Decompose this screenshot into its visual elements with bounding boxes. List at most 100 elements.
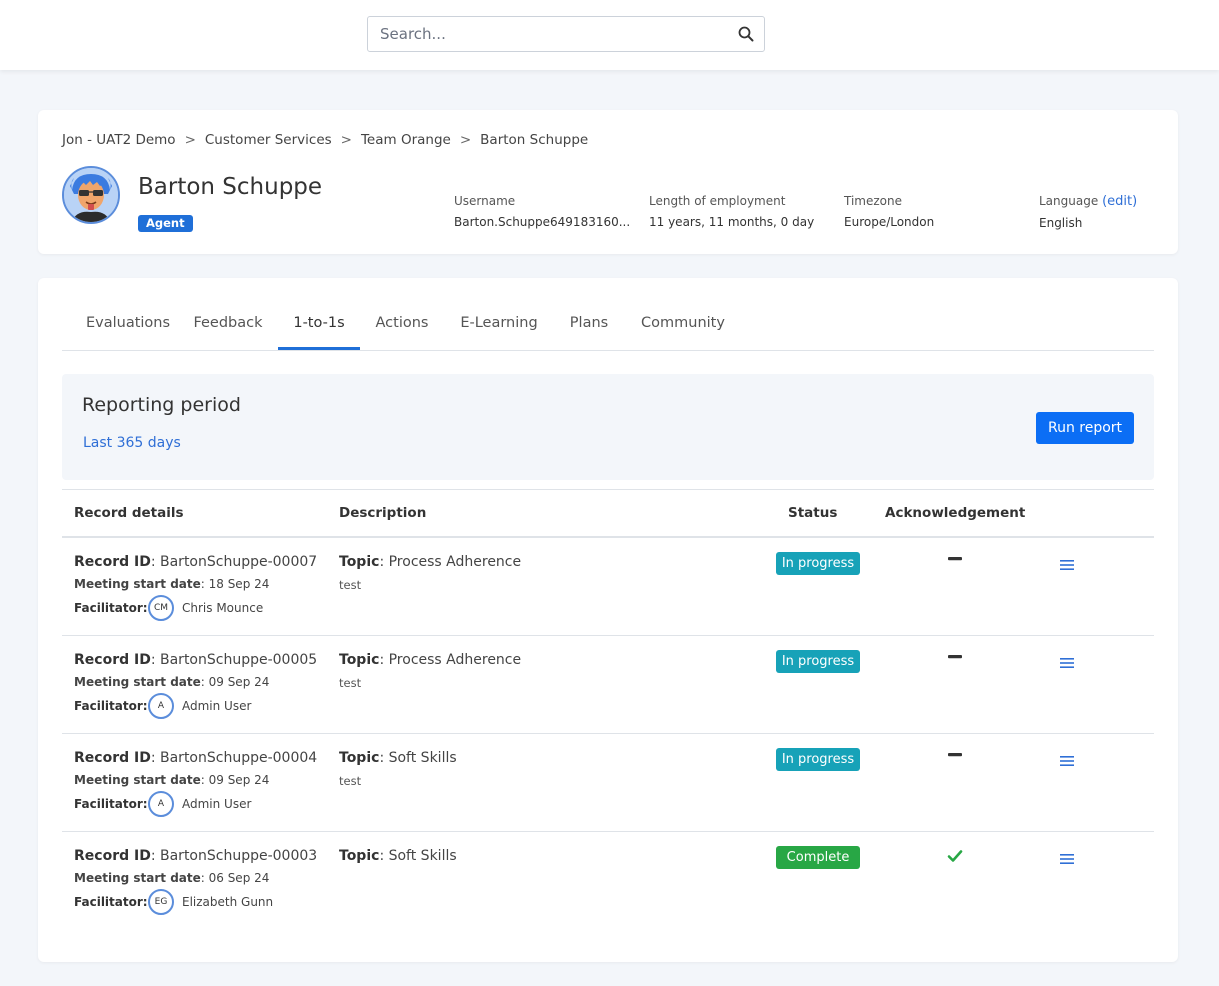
facilitator-avatar: EG: [148, 889, 174, 915]
tab-evaluations[interactable]: Evaluations: [78, 300, 178, 348]
record-id-label: Record ID: [74, 848, 151, 864]
language-edit-link[interactable]: (edit): [1102, 194, 1137, 209]
meeting-start-label: Meeting start date: [74, 773, 201, 787]
topic-label: Topic: [339, 848, 380, 864]
tab-actions[interactable]: Actions: [368, 300, 436, 348]
facilitator-name: Elizabeth Gunn: [182, 895, 274, 909]
breadcrumb-item-department[interactable]: Customer Services: [205, 132, 332, 148]
reporting-period-title: Reporting period: [82, 394, 241, 416]
records-table: Record details Description Status Acknow…: [62, 489, 1154, 929]
breadcrumb-item-team[interactable]: Team Orange: [361, 132, 451, 148]
tab-plans[interactable]: Plans: [562, 300, 616, 348]
check-icon: [947, 850, 963, 862]
record-id-label: Record ID: [74, 652, 151, 668]
record-id[interactable]: Record ID: BartonSchuppe-00003: [74, 848, 317, 864]
topic-label: Topic: [339, 652, 380, 668]
dash-icon: [948, 557, 962, 561]
facilitator-label: Facilitator:: [74, 699, 148, 713]
record-id-label: Record ID: [74, 554, 151, 570]
tab-community[interactable]: Community: [634, 300, 732, 348]
search-icon[interactable]: [738, 26, 754, 42]
main-card: Evaluations Feedback 1-to-1s Actions E-L…: [38, 278, 1178, 962]
breadcrumb-item-org[interactable]: Jon - UAT2 Demo: [62, 132, 176, 148]
topic: Topic: Soft Skills: [339, 848, 457, 864]
status-badge: In progress: [776, 650, 860, 673]
meeting-start-label: Meeting start date: [74, 675, 201, 689]
reporting-period-link[interactable]: Last 365 days: [83, 435, 181, 451]
username-block: Username Barton.Schuppe649183160...: [454, 194, 630, 229]
role-badge: Agent: [138, 215, 193, 232]
facilitator-label: Facilitator:: [74, 601, 148, 615]
employment-block: Length of employment 11 years, 11 months…: [649, 194, 814, 229]
description: test: [339, 578, 362, 592]
profile-name: Barton Schuppe: [138, 174, 323, 200]
status-badge: In progress: [776, 748, 860, 771]
record-id-value: BartonSchuppe-00007: [160, 554, 318, 570]
row-menu-icon[interactable]: [1060, 852, 1074, 866]
facilitator-label: Facilitator:: [74, 895, 148, 909]
tab-feedback[interactable]: Feedback: [188, 300, 268, 348]
timezone-block: Timezone Europe/London: [844, 194, 934, 229]
header-record-details: Record details: [74, 505, 184, 521]
table-row: Record ID: BartonSchuppe-00004 Meeting st…: [62, 734, 1154, 832]
table-header: Record details Description Status Acknow…: [62, 489, 1154, 538]
topic-value: Process Adherence: [388, 554, 522, 570]
record-id-value: BartonSchuppe-00003: [160, 848, 318, 864]
username-label: Username: [454, 194, 516, 208]
topic-value: Soft Skills: [388, 848, 457, 864]
language-block: Language (edit) English: [1039, 194, 1137, 230]
meeting-start-value: 18 Sep 24: [208, 577, 270, 591]
row-menu-icon[interactable]: [1060, 754, 1074, 768]
record-id-label: Record ID: [74, 750, 151, 766]
search-box[interactable]: [367, 16, 765, 52]
topic: Topic: Process Adherence: [339, 652, 522, 668]
facilitator-name: Chris Mounce: [182, 601, 264, 615]
top-bar: [0, 0, 1219, 70]
tab-e-learning[interactable]: E-Learning: [454, 300, 544, 348]
status-badge: In progress: [776, 552, 860, 575]
dash-icon: [948, 753, 962, 757]
record-id[interactable]: Record ID: BartonSchuppe-00005: [74, 652, 317, 668]
tab-1-to-1s[interactable]: 1-to-1s: [278, 300, 360, 350]
breadcrumb-item-current: Barton Schuppe: [480, 132, 589, 148]
row-menu-icon[interactable]: [1060, 558, 1074, 572]
record-id[interactable]: Record ID: BartonSchuppe-00007: [74, 554, 317, 570]
avatar: [62, 166, 120, 224]
reporting-period-panel: Reporting period Last 365 days Run repor…: [62, 374, 1154, 480]
username-value: Barton.Schuppe649183160...: [454, 215, 631, 229]
topic: Topic: Soft Skills: [339, 750, 457, 766]
meeting-start-date: Meeting start date: 09 Sep 24: [74, 675, 270, 689]
employment-value: 11 years, 11 months, 0 day: [649, 215, 815, 229]
search-input[interactable]: [368, 17, 730, 51]
facilitator-avatar: CM: [148, 595, 174, 621]
breadcrumb-separator: >: [459, 132, 472, 148]
meeting-start-value: 09 Sep 24: [208, 773, 270, 787]
header-description: Description: [339, 505, 427, 521]
meeting-start-value: 06 Sep 24: [208, 871, 270, 885]
avatar-illustration-icon: [64, 168, 118, 222]
run-report-button[interactable]: Run report: [1036, 412, 1134, 444]
status-badge: Complete: [776, 846, 860, 869]
timezone-label: Timezone: [844, 194, 902, 208]
profile-card: Jon - UAT2 Demo > Customer Services > Team O…: [38, 110, 1178, 254]
breadcrumb-separator: >: [340, 132, 352, 148]
breadcrumb-separator: >: [184, 132, 196, 148]
meeting-start-value: 09 Sep 24: [208, 675, 270, 689]
facilitator-name: Admin User: [182, 699, 252, 713]
topic-label: Topic: [339, 554, 380, 570]
record-id-value: BartonSchuppe-00004: [160, 750, 318, 766]
topic: Topic: Process Adherence: [339, 554, 522, 570]
record-id-value: BartonSchuppe-00005: [160, 652, 318, 668]
facilitator-name: Admin User: [182, 797, 252, 811]
meeting-start-label: Meeting start date: [74, 577, 201, 591]
table-row: Record ID: BartonSchuppe-00007 Meeting st…: [62, 538, 1154, 636]
table-body: Record ID: BartonSchuppe-00007 Meeting st…: [62, 538, 1154, 929]
meeting-start-date: Meeting start date: 09 Sep 24: [74, 773, 270, 787]
language-label: Language: [1039, 194, 1099, 208]
record-id[interactable]: Record ID: BartonSchuppe-00004: [74, 750, 317, 766]
table-row: Record ID: BartonSchuppe-00003 Meeting st…: [62, 832, 1154, 929]
description: test: [339, 676, 362, 690]
facilitator-label: Facilitator:: [74, 797, 148, 811]
row-menu-icon[interactable]: [1060, 656, 1074, 670]
topic-label: Topic: [339, 750, 380, 766]
